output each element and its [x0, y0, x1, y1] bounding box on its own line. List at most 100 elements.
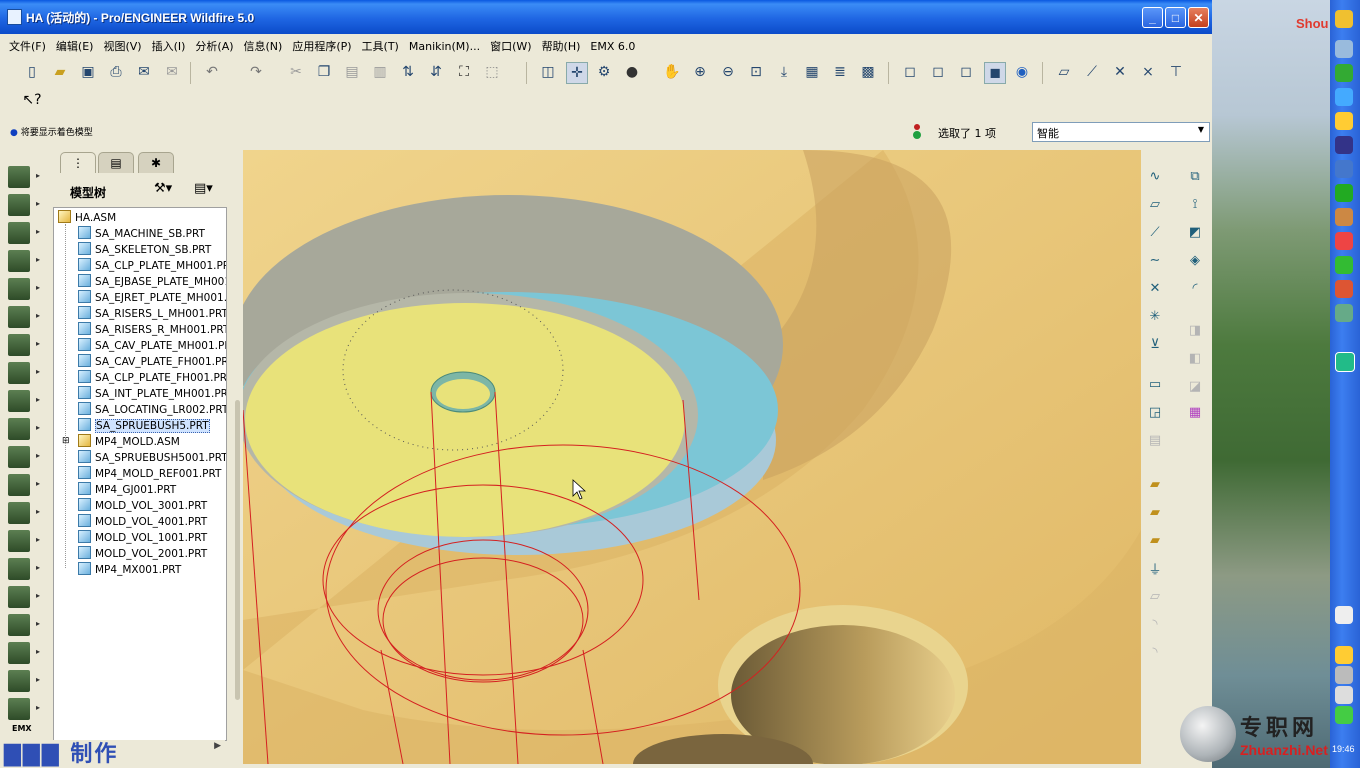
send-mail-icon[interactable]: ✉	[134, 62, 154, 82]
tray-icon[interactable]	[1335, 686, 1353, 704]
tree-item[interactable]: MP4_MX001.PRT	[78, 562, 181, 577]
component-icon[interactable]: ▰	[1145, 474, 1165, 494]
tree-item[interactable]: MOLD_VOL_3001.PRT	[78, 498, 207, 513]
taskbar-app-icon[interactable]	[1335, 88, 1353, 106]
proe-taskbar-button[interactable]	[1335, 352, 1355, 372]
new-file-icon[interactable]: ▯	[22, 62, 42, 82]
skeleton-icon[interactable]: ▱	[1145, 586, 1165, 606]
datum-point-icon[interactable]: ✕	[1145, 278, 1165, 298]
emx-tool-icon[interactable]	[8, 698, 40, 720]
coordinate-systems-icon[interactable]: ⨯	[1138, 62, 1158, 82]
shading-sphere-icon[interactable]: ●	[622, 62, 642, 82]
find-icon[interactable]: ⛶	[454, 62, 474, 82]
csys-icon[interactable]: ✳	[1145, 306, 1165, 326]
tree-show-button[interactable]: ▤▾	[194, 181, 224, 199]
title-bar[interactable]: HA (活动的) - Pro/ENGINEER Wildfire 5.0 _ □…	[0, 0, 1212, 34]
trim-icon[interactable]: ◨	[1185, 320, 1205, 340]
context-help-icon[interactable]: ↖?	[22, 90, 42, 110]
emx-tool-icon[interactable]	[8, 166, 40, 188]
chamfer-icon[interactable]: ◝	[1145, 642, 1165, 662]
no-hidden-icon[interactable]: ◻	[956, 62, 976, 82]
layers-icon[interactable]: ≣	[830, 62, 850, 82]
menu-analysis[interactable]: 分析(A)	[190, 36, 238, 56]
menu-info[interactable]: 信息(N)	[239, 36, 288, 56]
menu-insert[interactable]: 插入(I)	[147, 36, 191, 56]
cut-icon[interactable]: ✂	[286, 62, 306, 82]
emx-tool-icon[interactable]	[8, 530, 40, 552]
windows-start-icon[interactable]	[1335, 10, 1353, 28]
regenerate-icon[interactable]: ⇅	[398, 62, 418, 82]
tab-folder-browser[interactable]: ▤	[98, 152, 134, 173]
surface-icon[interactable]: ◈	[1185, 250, 1205, 270]
taskbar-app-icon[interactable]	[1335, 280, 1353, 298]
tree-item[interactable]: SA_SPRUEBUSH5001.PRT	[78, 450, 226, 465]
taskbar-app-icon[interactable]	[1335, 136, 1353, 154]
datum-planes-icon[interactable]: ▱	[1054, 62, 1074, 82]
emx-tool-icon[interactable]	[8, 334, 40, 356]
tree-item[interactable]: SA_INT_PLATE_MH001.PR	[78, 386, 226, 401]
shield-icon[interactable]	[1335, 64, 1353, 82]
tree-item[interactable]: SA_CAV_PLATE_MH001.PF	[78, 338, 226, 353]
tree-item[interactable]: SA_CLP_PLATE_FH001.PR	[78, 370, 226, 385]
splitter-grip[interactable]	[235, 400, 240, 700]
tree-item[interactable]: SA_MACHINE_SB.PRT	[78, 226, 205, 241]
browser-icon[interactable]	[1335, 184, 1353, 202]
emx-tool-icon[interactable]	[8, 586, 40, 608]
model-render[interactable]	[243, 150, 1141, 764]
tree-item[interactable]: SA_SKELETON_SB.PRT	[78, 242, 211, 257]
zoom-in-icon[interactable]: ⊕	[690, 62, 710, 82]
tree-item[interactable]: SA_CLP_PLATE_MH001.PR	[78, 258, 226, 273]
tree-item[interactable]: SA_RISERS_L_MH001.PRT	[78, 306, 226, 321]
wireframe-icon[interactable]: ◻	[900, 62, 920, 82]
emx-tool-icon[interactable]	[8, 278, 40, 300]
sketch-icon[interactable]: ∿	[1145, 166, 1165, 186]
shading-icon[interactable]: ◼	[984, 62, 1006, 84]
emx-tool-icon[interactable]	[8, 614, 40, 636]
tree-item[interactable]: MP4_GJ001.PRT	[78, 482, 176, 497]
minimize-button[interactable]: _	[1142, 7, 1163, 28]
taskbar-app-icon[interactable]	[1335, 304, 1353, 322]
datum-points-icon[interactable]: ✕	[1110, 62, 1130, 82]
view-manager-icon[interactable]: ▩	[858, 62, 878, 82]
emx-tool-icon[interactable]	[8, 222, 40, 244]
shield-icon[interactable]	[1335, 256, 1353, 274]
redo-icon[interactable]: ↷	[246, 62, 266, 82]
tree-settings-button[interactable]: ⚒▾	[154, 181, 184, 199]
panel-splitter[interactable]	[233, 150, 243, 760]
tree-item[interactable]: MOLD_VOL_4001.PRT	[78, 514, 207, 529]
emx-tool-icon[interactable]	[8, 558, 40, 580]
tree-item[interactable]: SA_LOCATING_LR002.PRT	[78, 402, 226, 417]
print-icon[interactable]: ⎙	[106, 62, 126, 82]
send-link-icon[interactable]: ✉	[162, 62, 182, 82]
saved-views-icon[interactable]: ▦	[802, 62, 822, 82]
emx-tool-icon[interactable]	[8, 502, 40, 524]
copy-icon[interactable]: ❐	[314, 62, 334, 82]
menu-window[interactable]: 窗口(W)	[485, 36, 536, 56]
emx-tool-icon[interactable]	[8, 390, 40, 412]
tray-icon[interactable]	[1335, 646, 1353, 664]
chevron-down-icon[interactable]: ▼	[1195, 125, 1207, 139]
close-button[interactable]: ✕	[1188, 7, 1209, 28]
boundary-icon[interactable]: ◜	[1185, 278, 1205, 298]
paste-icon[interactable]: ▤	[342, 62, 362, 82]
extend-icon[interactable]: ◧	[1185, 348, 1205, 368]
emx-tool-icon[interactable]	[8, 362, 40, 384]
regen-manager-icon[interactable]: ⇵	[426, 62, 446, 82]
menu-manikin[interactable]: Manikin(M)...	[404, 38, 485, 55]
maximize-button[interactable]: □	[1165, 7, 1186, 28]
tab-favorites[interactable]: ✱	[138, 152, 174, 173]
enhanced-realism-icon[interactable]: ◉	[1012, 62, 1032, 82]
datum-axes-icon[interactable]: ⟋	[1082, 62, 1102, 82]
datum-axis-icon[interactable]: ⟋	[1145, 222, 1165, 242]
pan-hand-icon[interactable]: ✋	[662, 62, 682, 82]
zoom-out-icon[interactable]: ⊖	[718, 62, 738, 82]
taskbar-app-icon[interactable]	[1335, 208, 1353, 226]
tree-item[interactable]: ⊞ MP4_MOLD.ASM	[62, 434, 180, 449]
save-icon[interactable]: ▣	[78, 62, 98, 82]
taskbar-app-icon[interactable]	[1335, 160, 1353, 178]
tree-item[interactable]: MOLD_VOL_1001.PRT	[78, 530, 207, 545]
menu-emx[interactable]: EMX 6.0	[585, 38, 640, 55]
section-icon[interactable]: ◲	[1145, 402, 1165, 422]
tree-item[interactable]: SA_CAV_PLATE_FH001.PR	[78, 354, 226, 369]
annotation-display-icon[interactable]: ⊤	[1166, 62, 1186, 82]
